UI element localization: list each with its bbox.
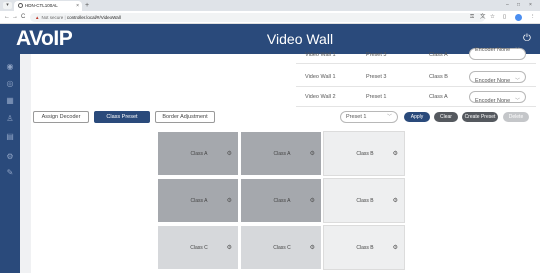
wall-name-cell: Video Wall 2	[305, 94, 336, 100]
encoder-select[interactable]: Encoder None ﹀	[469, 71, 526, 84]
gear-icon[interactable]: ⚙	[227, 226, 232, 271]
favicon-icon	[18, 3, 23, 9]
forward-button[interactable]: →	[12, 12, 18, 23]
browser-nav-bar: ← → C ▲ Not secure | controller.local/#/V…	[0, 11, 540, 24]
gear-icon[interactable]: ⚙	[393, 226, 398, 271]
app-header: AVoIP Video Wall ⏻	[0, 24, 540, 54]
browser-tab[interactable]: HDN-CTL100AL ×	[14, 1, 82, 11]
apply-button[interactable]: Apply	[404, 112, 430, 122]
user-icon[interactable]: ♙	[5, 114, 15, 124]
delete-button[interactable]: Delete	[503, 112, 529, 122]
clear-button[interactable]: Clear	[434, 112, 458, 122]
class-cell: Class A	[429, 94, 448, 100]
logout-icon[interactable]: ⏻	[523, 33, 531, 45]
gear-icon[interactable]: ⚙	[393, 179, 398, 224]
settings-icon[interactable]: ◎	[5, 79, 15, 89]
content-gutter	[20, 54, 31, 273]
table-row: Video Wall 1 Preset 3 Class B Encoder No…	[296, 68, 536, 87]
wall-cell[interactable]: Class B ⚙	[323, 131, 405, 176]
wall-cell[interactable]: Class B ⚙	[323, 178, 405, 223]
preset-select[interactable]: Preset 1 ﹀	[340, 111, 398, 123]
gear-icon[interactable]: ⚙	[310, 226, 315, 271]
table-row: Video Wall 2 Preset 1 Class A Encoder No…	[296, 88, 536, 107]
class-cell: Class B	[429, 74, 448, 80]
profile-icon[interactable]	[515, 14, 522, 21]
wall-name-cell: Video Wall 1	[305, 74, 336, 80]
table-row: Video Wall 1 Preset 3 Class A Encoder No…	[296, 47, 536, 64]
encoder-select[interactable]: Encoder None ﹀	[469, 47, 526, 60]
url-text: controller.local/#/VideoWall	[66, 15, 121, 20]
wall-cell[interactable]: Class B ⚙	[323, 225, 405, 270]
display-icon[interactable]: ◉	[5, 62, 15, 72]
preset-cell: Preset 3	[366, 52, 387, 58]
gear-icon[interactable]: ⚙	[5, 152, 15, 162]
wall-cell[interactable]: Class A ⚙	[157, 131, 239, 176]
tab-search-button[interactable]: ▾	[3, 2, 12, 9]
reload-button[interactable]: C	[21, 12, 25, 23]
tab-border-adjustment[interactable]: Border Adjustment	[155, 111, 215, 123]
security-label: Not secure	[41, 15, 64, 20]
browser-tab-bar: ▾ HDN-CTL100AL × + – □ ×	[0, 0, 540, 11]
wall-name-cell: Video Wall 1	[305, 52, 336, 58]
tab-class-preset[interactable]: Class Preset	[94, 111, 150, 123]
gear-icon[interactable]: ⚙	[310, 179, 315, 224]
tab-close-icon[interactable]: ×	[76, 1, 79, 11]
network-icon[interactable]: ▤	[5, 132, 15, 142]
chevron-down-icon: ﹀	[514, 47, 520, 53]
wall-cell[interactable]: Class C ⚙	[157, 225, 239, 270]
chevron-down-icon: ﹀	[514, 98, 520, 104]
gear-icon[interactable]: ⚙	[227, 132, 232, 177]
minimize-button[interactable]: –	[506, 0, 509, 11]
preset-cell: Preset 3	[366, 74, 387, 80]
wall-cell[interactable]: Class A ⚙	[240, 131, 322, 176]
close-window-button[interactable]: ×	[529, 0, 532, 11]
wall-cell[interactable]: Class A ⚙	[240, 178, 322, 223]
tab-assign-decoder[interactable]: Assign Decoder	[33, 111, 89, 123]
warning-icon: ▲	[35, 15, 40, 20]
back-button[interactable]: ←	[4, 12, 10, 23]
gear-icon[interactable]: ⚙	[393, 132, 398, 177]
new-tab-button[interactable]: +	[85, 0, 89, 11]
chevron-down-icon: ﹀	[386, 114, 392, 120]
create-preset-button[interactable]: Create Preset	[462, 112, 498, 122]
menu-icon[interactable]: ⋮	[530, 12, 536, 23]
avoip-logo: AVoIP	[16, 27, 73, 50]
wall-cell[interactable]: Class C ⚙	[240, 225, 322, 270]
maximize-button[interactable]: □	[517, 0, 520, 11]
translate-icon[interactable]: 文	[480, 12, 486, 23]
gear-icon[interactable]: ⚙	[310, 132, 315, 177]
wall-cell[interactable]: Class A ⚙	[157, 178, 239, 223]
key-icon[interactable]: ⚿	[470, 12, 474, 23]
star-icon[interactable]: ☆	[490, 12, 495, 23]
encoder-select[interactable]: Encoder None ﹀	[469, 91, 526, 104]
gear-icon[interactable]: ⚙	[227, 179, 232, 224]
extensions-icon[interactable]: ▯	[503, 12, 506, 23]
tool-icon[interactable]: ✎	[5, 168, 15, 178]
preset-cell: Preset 1	[366, 94, 387, 100]
browser-tab-title: HDN-CTL100AL	[25, 3, 58, 8]
address-bar[interactable]: ▲ Not secure | controller.local/#/VideoWa…	[30, 13, 485, 22]
class-cell: Class A	[429, 52, 448, 58]
page-title: Video Wall	[266, 31, 334, 47]
videowall-icon[interactable]: ▦	[5, 96, 15, 106]
sidebar: ◉ ◎ ▦ ♙ ▤ ⚙ ✎	[0, 54, 20, 273]
